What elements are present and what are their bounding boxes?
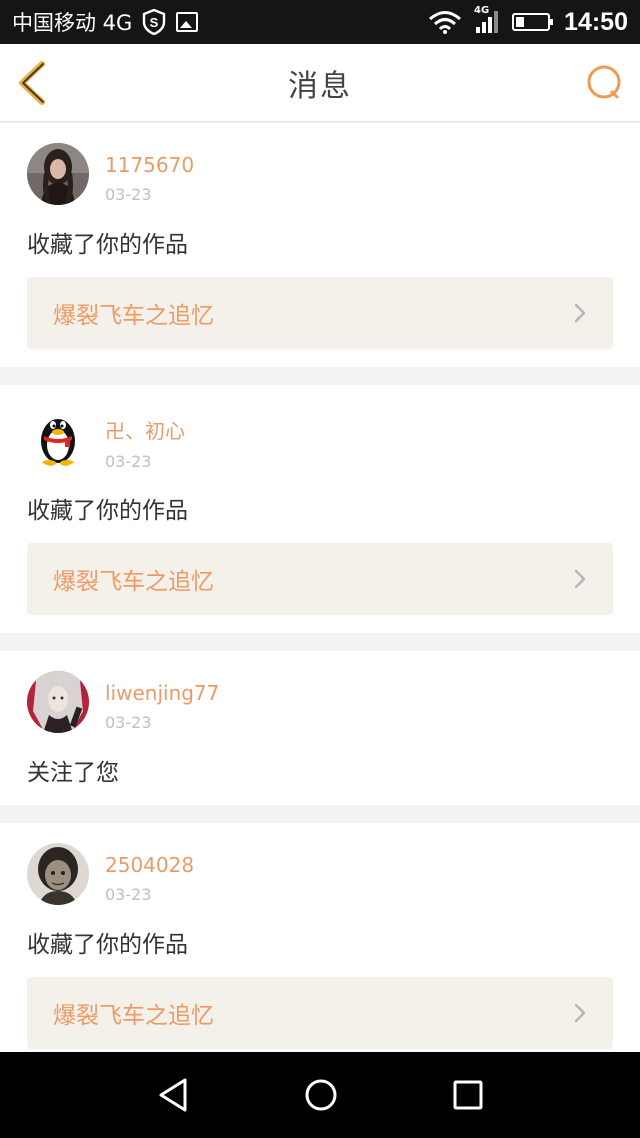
shield-icon: S — [143, 9, 166, 35]
qq-penguin-avatar[interactable] — [27, 405, 89, 467]
message-date: 03-23 — [105, 885, 152, 904]
username[interactable]: 1175670 — [105, 153, 194, 177]
message-list: 1175670 03-23 收藏了你的作品 爆裂飞车之追忆 卍、初心 03-23… — [0, 123, 640, 1085]
battery-icon — [512, 13, 554, 31]
image-notification-icon — [176, 12, 199, 32]
status-bar: 中国移动 4G S 4G 14:50 — [0, 0, 640, 44]
elderly-photo-avatar[interactable] — [27, 843, 89, 905]
work-link[interactable]: 爆裂飞车之追忆 — [27, 977, 613, 1049]
header-bar: 消息 — [0, 44, 640, 122]
wifi-icon — [429, 11, 462, 34]
back-chevron-icon[interactable] — [14, 60, 54, 106]
message-card: 1175670 03-23 收藏了你的作品 爆裂飞车之追忆 — [0, 123, 640, 367]
message-date: 03-23 — [105, 713, 152, 732]
message-card: liwenjing77 03-23 关注了您 — [0, 651, 640, 805]
cellular-signal-icon: 4G — [474, 5, 499, 33]
page-title: 消息 — [288, 68, 352, 104]
nav-recents-icon[interactable] — [452, 1079, 484, 1111]
action-text: 收藏了你的作品 — [27, 932, 188, 958]
nav-home-icon[interactable] — [303, 1077, 339, 1113]
work-title: 爆裂飞车之追忆 — [53, 303, 214, 329]
message-card: 2504028 03-23 收藏了你的作品 爆裂飞车之追忆 — [0, 823, 640, 1067]
username[interactable]: liwenjing77 — [105, 681, 219, 705]
message-card: 卍、初心 03-23 收藏了你的作品 爆裂飞车之追忆 — [0, 385, 640, 633]
action-text: 关注了您 — [27, 760, 119, 786]
username[interactable]: 2504028 — [105, 853, 194, 877]
message-date: 03-23 — [105, 185, 152, 204]
work-link[interactable]: 爆裂飞车之追忆 — [27, 277, 613, 349]
work-link[interactable]: 爆裂飞车之追忆 — [27, 543, 613, 615]
network-tag: 4G — [474, 5, 490, 16]
chevron-right-icon — [574, 569, 586, 589]
action-text: 收藏了你的作品 — [27, 498, 188, 524]
chevron-right-icon — [574, 1003, 586, 1023]
clock: 14:50 — [564, 7, 628, 36]
work-title: 爆裂飞车之追忆 — [53, 1003, 214, 1029]
work-title: 爆裂飞车之追忆 — [53, 569, 214, 595]
svg-text:S: S — [150, 15, 159, 30]
anime-girl-avatar[interactable] — [27, 671, 89, 733]
nav-back-icon[interactable] — [156, 1077, 190, 1113]
username[interactable]: 卍、初心 — [105, 415, 185, 444]
search-icon[interactable] — [586, 64, 624, 102]
system-nav-bar — [0, 1052, 640, 1138]
chevron-right-icon — [574, 303, 586, 323]
message-date: 03-23 — [105, 452, 152, 471]
photo-woman-avatar[interactable] — [27, 143, 89, 205]
action-text: 收藏了你的作品 — [27, 232, 188, 258]
carrier-label: 中国移动 4G — [12, 11, 133, 35]
